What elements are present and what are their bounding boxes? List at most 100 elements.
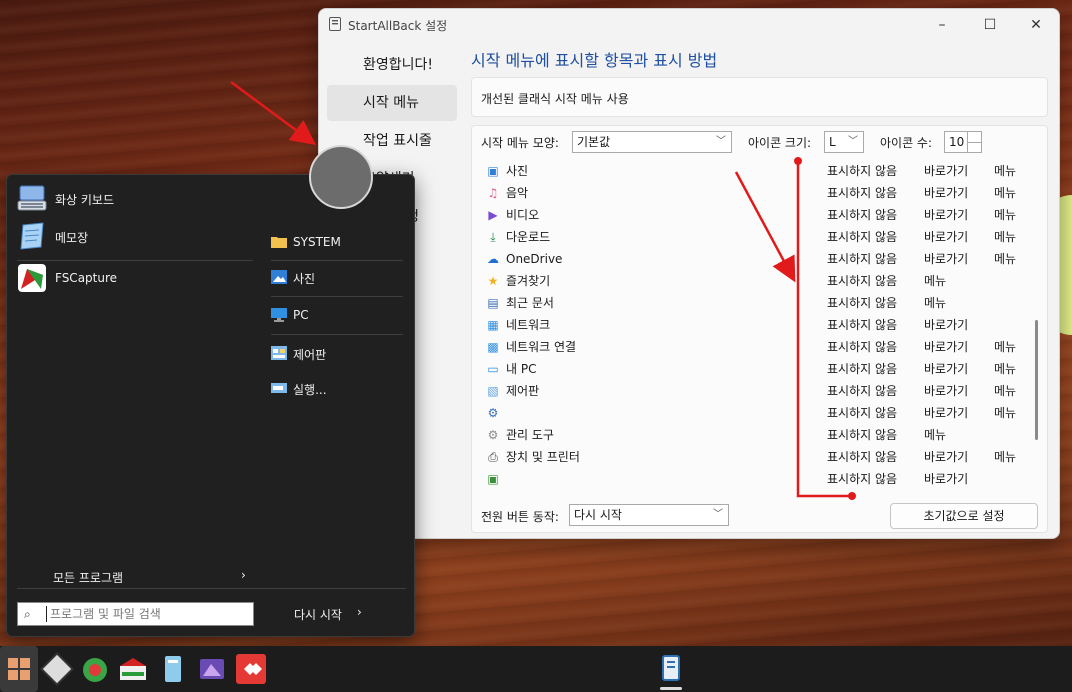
option-hide[interactable]: 표시하지 않음: [827, 226, 897, 248]
option-shortcut[interactable]: 바로가기: [924, 182, 968, 204]
list-item[interactable]: ♫ 음악 표시하지 않음 바로가기 메뉴: [482, 182, 1037, 204]
pinned-notepad[interactable]: 메모장: [17, 219, 257, 255]
list-item[interactable]: ▤ 최근 문서 표시하지 않음 메뉴: [482, 292, 1037, 314]
option-shortcut[interactable]: 바로가기: [924, 358, 968, 380]
option-shortcut[interactable]: 바로가기: [924, 380, 968, 402]
list-item[interactable]: ▧ 제어판 표시하지 않음 바로가기 메뉴: [482, 380, 1037, 402]
list-item[interactable]: ▭ 내 PC 표시하지 않음 바로가기 메뉴: [482, 358, 1037, 380]
option-menu[interactable]: 메뉴: [994, 182, 1016, 204]
list-item[interactable]: ⤓ 다운로드 표시하지 않음 바로가기 메뉴: [482, 226, 1037, 248]
classic-menu-toggle-card[interactable]: 개선된 클래식 시작 메뉴 사용 켬: [471, 77, 1048, 117]
item-name: OneDrive: [506, 252, 563, 266]
list-item[interactable]: ▣ 사진 표시하지 않음 바로가기 메뉴: [482, 160, 1037, 182]
start-button[interactable]: [0, 646, 38, 692]
list-item[interactable]: ▶ 비디오 표시하지 않음 바로가기 메뉴: [482, 204, 1037, 226]
option-hide[interactable]: 표시하지 않음: [827, 402, 897, 424]
option-shortcut[interactable]: 바로가기: [924, 248, 968, 270]
start-menu: 화상 키보드 메모장 FSCapture SYSTEM 사진 PC 제어판 실행…: [6, 174, 415, 637]
pinned-fscapture[interactable]: FSCapture: [17, 261, 257, 297]
user-avatar[interactable]: [309, 145, 373, 209]
list-item[interactable]: ▦ 네트워크 표시하지 않음 바로가기: [482, 314, 1037, 336]
start-right-pictures[interactable]: 사진: [271, 264, 401, 292]
option-menu[interactable]: 메뉴: [994, 226, 1016, 248]
list-item[interactable]: ⚙ 표시하지 않음 바로가기 메뉴: [482, 402, 1037, 424]
scrollbar[interactable]: [1033, 160, 1039, 490]
option-menu[interactable]: 메뉴: [994, 380, 1016, 402]
icon-count-spinner[interactable]: 10: [944, 131, 982, 153]
list-item[interactable]: ☁ OneDrive 표시하지 않음 바로가기 메뉴: [482, 248, 1037, 270]
option-menu[interactable]: 메뉴: [994, 160, 1016, 182]
taskbar-app-5[interactable]: [195, 652, 229, 686]
option-shortcut[interactable]: 바로가기: [924, 446, 968, 468]
option-shortcut[interactable]: 바로가기: [924, 314, 968, 336]
option-hide[interactable]: 표시하지 않음: [827, 336, 897, 358]
option-shortcut[interactable]: 메뉴: [924, 424, 946, 446]
close-button[interactable]: ✕: [1021, 15, 1051, 35]
option-shortcut[interactable]: 바로가기: [924, 226, 968, 248]
taskbar-fscapture[interactable]: [116, 652, 150, 686]
option-menu[interactable]: 메뉴: [994, 204, 1016, 226]
all-programs-link[interactable]: 모든 프로그램: [53, 569, 123, 586]
start-right-run[interactable]: 실행...: [271, 375, 401, 403]
option-hide[interactable]: 표시하지 않음: [827, 204, 897, 226]
option-hide[interactable]: 표시하지 않음: [827, 270, 897, 292]
taskbar-app-1[interactable]: [40, 652, 74, 686]
option-hide[interactable]: 표시하지 않음: [827, 292, 897, 314]
nav-welcome[interactable]: 환영합니다!: [327, 47, 457, 83]
start-right-control-panel[interactable]: 제어판: [271, 340, 401, 368]
nav-start-menu[interactable]: 시작 메뉴: [327, 85, 457, 121]
option-shortcut[interactable]: 메뉴: [924, 292, 946, 314]
option-hide[interactable]: 표시하지 않음: [827, 380, 897, 402]
maximize-button[interactable]: ☐: [975, 15, 1005, 35]
list-item[interactable]: ⎙ 장치 및 프린터 표시하지 않음 바로가기 메뉴: [482, 446, 1037, 468]
start-icon: [8, 658, 30, 680]
power-select[interactable]: 다시 시작 ﹀: [569, 504, 729, 526]
classic-menu-label: 개선된 클래식 시작 메뉴 사용: [481, 92, 629, 106]
chevron-right-icon[interactable]: ›: [357, 605, 362, 619]
option-hide[interactable]: 표시하지 않음: [827, 314, 897, 336]
option-hide[interactable]: 표시하지 않음: [827, 248, 897, 270]
option-hide[interactable]: 표시하지 않음: [827, 468, 897, 490]
restart-button[interactable]: 다시 시작: [294, 606, 342, 623]
option-menu[interactable]: 메뉴: [994, 336, 1016, 358]
list-item[interactable]: ▩ 네트워크 연결 표시하지 않음 바로가기 메뉴: [482, 336, 1037, 358]
option-hide[interactable]: 표시하지 않음: [827, 358, 897, 380]
item-name: 최근 문서: [506, 296, 554, 310]
title-bar[interactable]: StartAllBack 설정 – ☐ ✕: [319, 9, 1059, 39]
reset-button[interactable]: 초기값으로 설정: [890, 503, 1038, 529]
list-item[interactable]: ⚙ 관리 도구 표시하지 않음 메뉴: [482, 424, 1037, 446]
start-right-pc[interactable]: PC: [271, 302, 401, 330]
option-menu[interactable]: 메뉴: [994, 248, 1016, 270]
taskbar-app-2[interactable]: [78, 652, 112, 686]
option-hide[interactable]: 표시하지 않음: [827, 160, 897, 182]
taskbar-app-6[interactable]: [234, 652, 268, 686]
pinned-label: 메모장: [55, 231, 89, 245]
taskbar-startallback[interactable]: [654, 652, 688, 686]
option-shortcut[interactable]: 바로가기: [924, 402, 968, 424]
option-shortcut[interactable]: 바로가기: [924, 160, 968, 182]
style-select[interactable]: 기본값 ﹀: [572, 131, 732, 153]
scrollbar-thumb[interactable]: [1035, 320, 1038, 440]
option-menu[interactable]: 메뉴: [994, 446, 1016, 468]
taskbar-app-4[interactable]: [156, 652, 190, 686]
option-menu[interactable]: 메뉴: [994, 358, 1016, 380]
video-icon: ▶: [488, 208, 498, 222]
option-menu[interactable]: 메뉴: [994, 402, 1016, 424]
minimize-button[interactable]: –: [927, 15, 957, 35]
start-right-system[interactable]: SYSTEM: [271, 229, 401, 257]
spinner-buttons[interactable]: [967, 132, 981, 152]
option-shortcut[interactable]: 바로가기: [924, 468, 968, 490]
pinned-onscreen-keyboard[interactable]: 화상 키보드: [17, 181, 257, 217]
option-hide[interactable]: 표시하지 않음: [827, 446, 897, 468]
option-hide[interactable]: 표시하지 않음: [827, 424, 897, 446]
window-title: StartAllBack 설정: [348, 19, 448, 33]
divider: [271, 334, 403, 335]
list-item[interactable]: ★ 즐겨찾기 표시하지 않음 메뉴: [482, 270, 1037, 292]
search-input[interactable]: ⌕ 프로그램 및 파일 검색: [17, 602, 254, 626]
option-shortcut[interactable]: 메뉴: [924, 270, 946, 292]
icon-size-select[interactable]: L ﹀: [824, 131, 864, 153]
option-shortcut[interactable]: 바로가기: [924, 336, 968, 358]
option-hide[interactable]: 표시하지 않음: [827, 182, 897, 204]
option-shortcut[interactable]: 바로가기: [924, 204, 968, 226]
list-item[interactable]: ▣ 표시하지 않음 바로가기: [482, 468, 1037, 490]
